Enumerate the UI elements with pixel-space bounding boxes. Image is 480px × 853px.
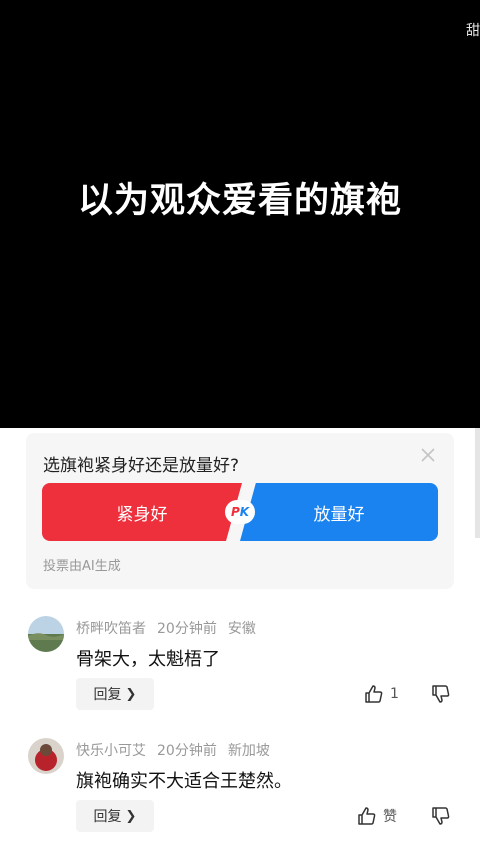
comment-time: 20分钟前	[157, 743, 217, 759]
avatar[interactable]	[28, 738, 64, 774]
thumbs-down-icon[interactable]	[431, 684, 451, 704]
comment-meta: 桥畔吹笛者 20分钟前 安徽	[76, 618, 267, 638]
poll-footer-note: 投票由AI生成	[43, 559, 121, 574]
pk-badge-k: K	[239, 505, 250, 519]
avatar[interactable]	[28, 616, 64, 652]
comment-text: 旗袍确实不大适合王楚然。	[76, 771, 292, 792]
like-count: 1	[390, 686, 399, 702]
poll-option-tight[interactable]: 紧身好	[42, 483, 242, 541]
chevron-right-icon: ❯	[125, 808, 137, 824]
like-count: 赞	[383, 809, 397, 825]
reply-label: 回复	[93, 809, 122, 825]
comment-location: 安徽	[227, 621, 256, 637]
comment-time: 20分钟前	[157, 621, 217, 637]
thumbs-up-icon	[365, 685, 383, 703]
like-button[interactable]: 赞	[357, 806, 397, 826]
reply-button[interactable]: 回复 ❯	[76, 678, 154, 710]
video-corner-text: 甜	[466, 23, 480, 39]
comment-username[interactable]: 快乐小可艾	[76, 743, 146, 759]
pk-badge: PK	[225, 500, 255, 524]
video-caption: 以为观众爱看的旗袍	[77, 181, 402, 221]
poll-option-loose[interactable]: 放量好	[240, 483, 438, 541]
poll-option-loose-label: 放量好	[313, 504, 365, 525]
poll-option-tight-label: 紧身好	[116, 504, 168, 525]
comment-location: 新加坡	[227, 743, 270, 759]
thumbs-down-icon[interactable]	[431, 806, 451, 826]
scrollbar[interactable]	[475, 428, 480, 538]
video-player[interactable]: 甜 以为观众爱看的旗袍	[0, 0, 480, 428]
chevron-right-icon: ❯	[125, 686, 137, 702]
comment-username[interactable]: 桥畔吹笛者	[76, 621, 146, 637]
pk-badge-p: P	[230, 505, 240, 519]
poll-card: 选旗袍紧身好还是放量好? 紧身好 放量好 PK 投票由AI生成	[26, 433, 454, 589]
reply-button[interactable]: 回复 ❯	[76, 800, 154, 832]
comment-text: 骨架大，太魁梧了	[76, 649, 220, 670]
poll-question: 选旗袍紧身好还是放量好?	[43, 456, 240, 476]
comment-meta: 快乐小可艾 20分钟前 新加坡	[76, 740, 281, 760]
reply-label: 回复	[93, 687, 122, 703]
like-button[interactable]: 1	[364, 684, 399, 704]
thumbs-up-icon	[358, 807, 376, 825]
close-icon[interactable]	[418, 445, 438, 465]
